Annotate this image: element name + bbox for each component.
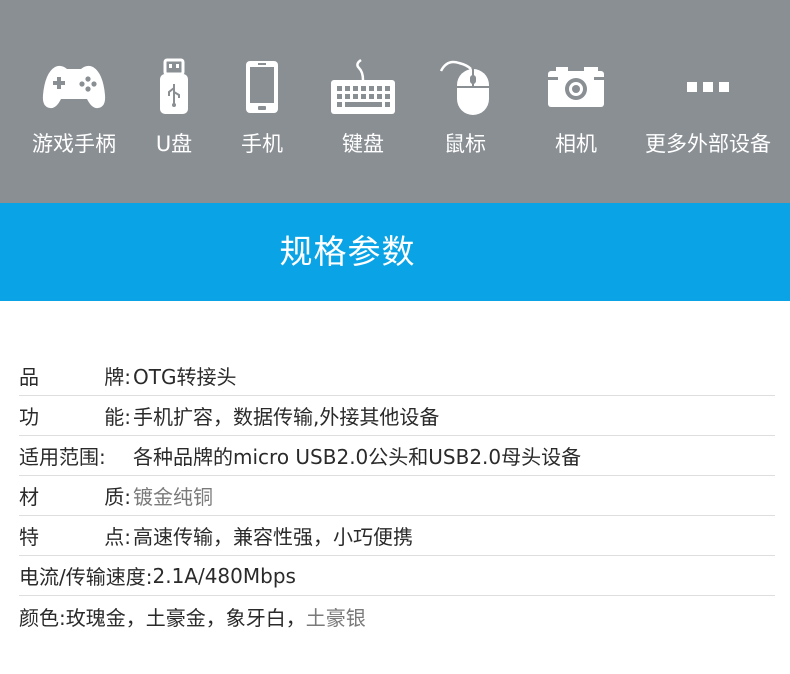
device-gamepad: 游戏手柄 (28, 52, 120, 172)
spec-key: 材质: (19, 485, 131, 509)
spec-value: 镀金纯铜 (133, 485, 213, 509)
spec-list: 品牌: OTG转接头 功能: 手机扩容，数据传输,外接其他设备 适用范围: 各种… (19, 356, 775, 636)
spec-row-material: 材质: 镀金纯铜 (19, 476, 775, 516)
phone-icon (232, 52, 292, 122)
device-label: 键盘 (342, 132, 384, 156)
keyboard-icon (328, 52, 398, 122)
spec-value: 2.1A/480Mbps (152, 563, 296, 588)
spec-key: 颜色: (19, 605, 66, 630)
device-label: 相机 (555, 132, 597, 156)
spec-value: 玫瑰金，土豪金，象牙白， (65, 605, 306, 630)
device-label: 游戏手柄 (32, 132, 116, 156)
device-usb-drive: U盘 (146, 52, 202, 172)
more-icon (640, 52, 776, 122)
device-label: U盘 (155, 132, 193, 156)
spec-value: 各种品牌的micro USB2.0公头和USB2.0母头设备 (133, 445, 582, 469)
spec-row-feature: 特点: 高速传输，兼容性强，小巧便携 (19, 516, 775, 556)
spec-row-brand: 品牌: OTG转接头 (19, 356, 775, 396)
spec-key: 品牌: (19, 365, 131, 389)
device-banner: 游戏手柄 U盘 手机 键盘 鼠标 相机 更多外部设备 (0, 0, 790, 203)
spec-row-speed: 电流/传输速度: 2.1A/480Mbps (19, 556, 775, 596)
device-camera: 相机 (540, 52, 612, 172)
spec-value-extra: 土豪银 (305, 605, 366, 630)
spec-title-bar: 规格参数 (0, 203, 790, 301)
spec-row-scope: 适用范围: 各种品牌的micro USB2.0公头和USB2.0母头设备 (19, 436, 775, 476)
spec-title: 规格参数 (279, 232, 416, 271)
spec-value: 高速传输，兼容性强，小巧便携 (133, 525, 413, 549)
device-phone: 手机 (232, 52, 292, 172)
spec-row-function: 功能: 手机扩容，数据传输,外接其他设备 (19, 396, 775, 436)
device-more: 更多外部设备 (640, 52, 776, 172)
spec-row-color: 颜色: 玫瑰金，土豪金，象牙白， 土豪银 (19, 596, 775, 636)
device-label: 手机 (241, 132, 283, 156)
camera-icon (540, 52, 612, 122)
spec-value: 手机扩容，数据传输,外接其他设备 (133, 405, 440, 429)
gamepad-icon (28, 52, 120, 122)
spec-key: 功能: (19, 405, 131, 429)
spec-key: 电流/传输速度: (19, 565, 153, 589)
device-keyboard: 键盘 (328, 52, 398, 172)
device-label: 鼠标 (444, 132, 486, 156)
device-mouse: 鼠标 (430, 52, 500, 172)
spec-value: OTG转接头 (133, 365, 237, 389)
spec-key: 适用范围: (19, 445, 106, 469)
spec-key: 特点: (19, 525, 131, 549)
usb-drive-icon (146, 52, 202, 122)
device-label: 更多外部设备 (645, 132, 771, 156)
mouse-icon (430, 52, 500, 122)
